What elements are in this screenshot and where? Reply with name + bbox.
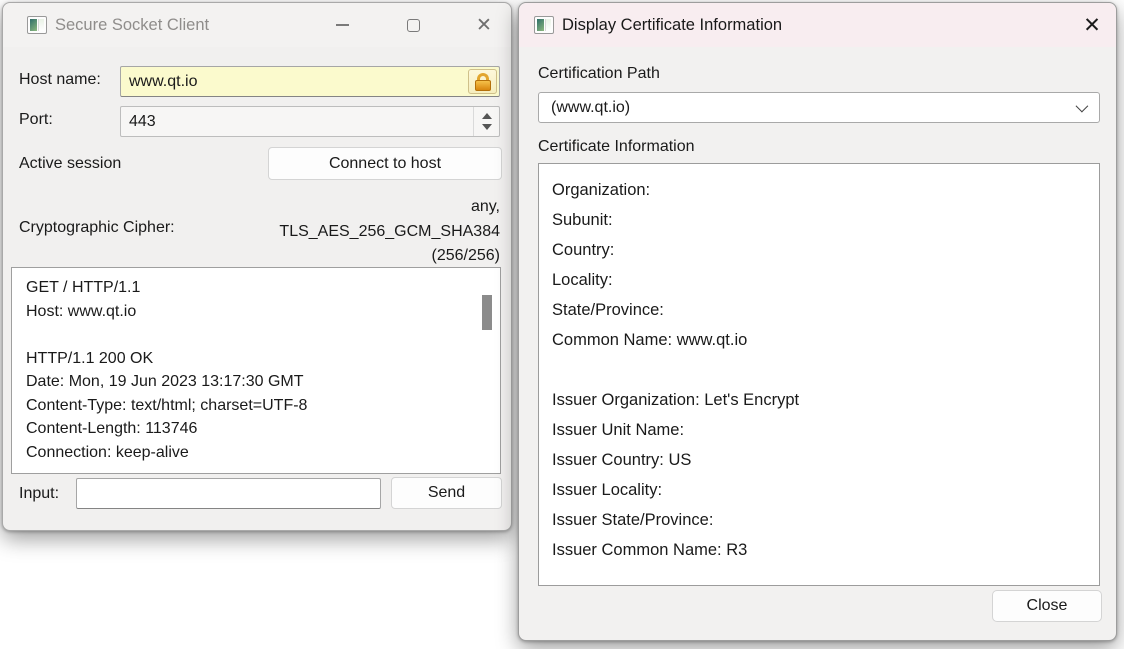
certification-path-value: (www.qt.io) (551, 99, 630, 117)
maximize-button[interactable] (399, 3, 427, 47)
app-icon-left (30, 19, 37, 31)
close-button-label: Close (1027, 597, 1068, 615)
maximize-icon (407, 19, 420, 32)
message-input[interactable] (76, 478, 381, 509)
port-value: 443 (129, 113, 156, 131)
minimize-icon (336, 24, 349, 26)
host-name-input[interactable] (120, 66, 500, 97)
cert-window-title: Display Certificate Information (562, 16, 782, 35)
app-icon (534, 16, 554, 34)
client-window-title: Secure Socket Client (55, 16, 209, 35)
window-secure-socket-client: Secure Socket Client ✕ Host name: Port: … (2, 2, 512, 531)
input-label: Input: (19, 485, 59, 503)
app-icon-right (545, 19, 551, 31)
port-spinbox[interactable]: 443 (120, 106, 500, 137)
send-button-label: Send (428, 484, 465, 502)
close-icon: ✕ (1083, 15, 1101, 36)
host-input-wrap (120, 66, 500, 97)
connect-to-host-button[interactable]: Connect to host (268, 147, 502, 180)
host-name-label: Host name: (19, 71, 101, 89)
port-label: Port: (19, 111, 53, 129)
active-session-label: Active session (19, 155, 121, 173)
close-button-cert-window[interactable]: ✕ (1078, 3, 1106, 47)
connect-button-label: Connect to host (329, 155, 441, 173)
log-scrollbar-thumb[interactable] (482, 295, 492, 330)
log-scrollbar[interactable] (480, 269, 494, 472)
cipher-value: any, TLS_AES_256_GCM_SHA384 (256/256) (200, 195, 500, 269)
app-icon-left (537, 19, 544, 31)
certificate-information-label: Certificate Information (538, 138, 695, 156)
spin-up-icon[interactable] (482, 113, 492, 119)
lock-button[interactable] (468, 69, 497, 94)
app-icon-right (38, 19, 44, 31)
certification-path-combobox[interactable]: (www.qt.io) (538, 92, 1100, 123)
lock-icon-body (475, 80, 491, 91)
window-display-certificate-information: Display Certificate Information ✕ Certif… (518, 2, 1117, 641)
session-log-textarea[interactable]: GET / HTTP/1.1 Host: www.qt.io HTTP/1.1 … (11, 267, 501, 474)
cipher-label: Cryptographic Cipher: (19, 219, 175, 237)
certificate-information-textarea[interactable]: Organization: Subunit: Country: Locality… (538, 163, 1100, 586)
close-button-client[interactable]: ✕ (470, 3, 498, 47)
close-icon: ✕ (476, 16, 492, 35)
send-button[interactable]: Send (391, 477, 502, 509)
spin-down-icon[interactable] (482, 124, 492, 130)
app-icon (27, 16, 47, 34)
chevron-down-icon (1076, 100, 1089, 113)
client-titlebar[interactable]: Secure Socket Client ✕ (3, 3, 511, 47)
certification-path-label: Certification Path (538, 65, 660, 83)
cert-titlebar[interactable]: Display Certificate Information ✕ (519, 3, 1116, 47)
spin-buttons (473, 107, 499, 136)
minimize-button[interactable] (328, 3, 356, 47)
close-dialog-button[interactable]: Close (992, 590, 1102, 622)
